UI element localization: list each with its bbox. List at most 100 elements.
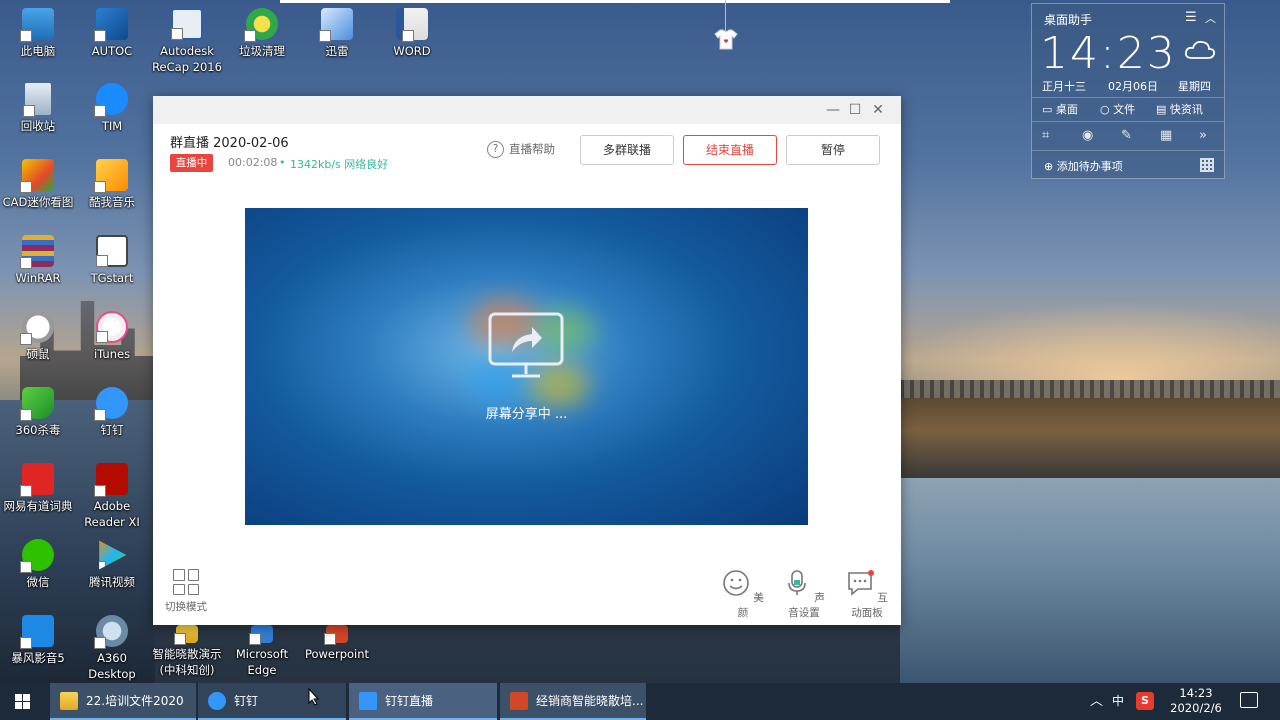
- pause-button[interactable]: 暂停: [786, 135, 880, 165]
- task-folder[interactable]: 22.培训文件2020: [50, 683, 196, 720]
- menu-icon[interactable]: ☰: [1185, 10, 1197, 25]
- widget-divider: [1032, 150, 1224, 151]
- desktop-icon-cleaner[interactable]: 垃圾清理: [224, 8, 300, 59]
- desktop-icon-tencent-video[interactable]: 腾讯视频: [74, 539, 150, 590]
- desktop-icon-recap[interactable]: Autodesk ReCap 2016: [149, 8, 225, 75]
- live-icon: [359, 692, 377, 710]
- desktop-icon-cad-viewer[interactable]: CAD迷你看图: [0, 159, 76, 210]
- sound-settings-button[interactable]: 声音设置: [779, 569, 829, 620]
- wechat-icon: [20, 539, 54, 573]
- wallpaper-shore: [900, 398, 1280, 478]
- widget-weekday: 星期四: [1178, 80, 1211, 93]
- trash-clean-icon: [244, 8, 278, 42]
- chevron-up-icon[interactable]: ︿: [1090, 683, 1103, 720]
- live-help-link[interactable]: ? 直播帮助: [487, 141, 555, 158]
- winrar-icon: [20, 235, 54, 269]
- dingtalk-icon: [94, 387, 128, 421]
- desktop-icon-autocad[interactable]: AUTOC: [74, 8, 150, 59]
- dingtalk-icon: [208, 692, 226, 710]
- switch-mode-button[interactable]: 切换模式: [165, 569, 207, 614]
- a360-icon: [94, 615, 128, 649]
- system-clock[interactable]: 14:23 2020/2/6: [1160, 686, 1232, 716]
- autocad-icon: [94, 8, 128, 42]
- maximize-icon[interactable]: ☐: [845, 100, 865, 120]
- widget-date: 02月06日: [1108, 80, 1158, 93]
- taskbar: 22.培训文件2020 钉钉 钉钉直播 经销商智能晓散培... ︿ 中 S 14…: [0, 683, 1280, 720]
- edge-icon: [249, 625, 273, 645]
- sogou-icon[interactable]: S: [1136, 692, 1154, 710]
- close-icon[interactable]: ✕: [868, 100, 888, 120]
- task-powerpoint[interactable]: 经销商智能晓散培...: [500, 683, 646, 720]
- multi-group-broadcast-button[interactable]: 多群联播: [580, 135, 674, 165]
- widget-add-todo[interactable]: ⊕ 添加待办事项: [1044, 158, 1123, 174]
- desktop-icon-this-pc[interactable]: 此电脑: [0, 8, 76, 59]
- baofeng-icon: [20, 615, 54, 649]
- live-broadcast-window: — ☐ ✕ 群直播 2020-02-06 直播中 00:02:08 • 1342…: [153, 96, 901, 625]
- widget-link-files[interactable]: ○ 文件: [1100, 101, 1135, 117]
- desktop-icon-recycle-bin[interactable]: 回收站: [0, 83, 76, 134]
- beauty-button[interactable]: 美颜: [718, 569, 768, 620]
- plus-circle-icon: ⊕: [1044, 160, 1057, 173]
- widget-lunar-date: 正月十三: [1042, 80, 1086, 93]
- tencent-video-icon: [99, 540, 127, 570]
- interaction-panel-button[interactable]: 互动面板: [842, 569, 892, 620]
- screen-share-icon: [488, 312, 564, 378]
- windows-start-icon[interactable]: [0, 683, 46, 720]
- notification-icon[interactable]: [1240, 692, 1258, 708]
- grid-icon: [173, 569, 199, 595]
- adobe-reader-icon: [94, 463, 128, 497]
- desktop-icon-word[interactable]: WORD: [374, 8, 450, 59]
- itunes-icon: [96, 311, 128, 343]
- desktop-icon-tim[interactable]: TIM: [74, 83, 150, 134]
- eye-icon[interactable]: ◉: [1082, 128, 1093, 143]
- task-dingtalk[interactable]: 钉钉: [198, 683, 346, 720]
- desktop-icon-itunes[interactable]: iTunes: [74, 311, 150, 362]
- widget-link-desktop[interactable]: ▭ 桌面: [1042, 101, 1078, 117]
- desktop-icon-winrar[interactable]: WinRAR: [0, 235, 76, 286]
- qr-code-icon[interactable]: [1200, 158, 1214, 172]
- edit-icon[interactable]: ✎: [1121, 128, 1132, 143]
- desktop-icon-dingtalk[interactable]: 钉钉: [74, 387, 150, 438]
- search-icon: ○: [1100, 103, 1114, 116]
- double-chevron-right-icon[interactable]: »: [1199, 128, 1207, 143]
- network-status: 1342kb/s 网络良好: [290, 158, 389, 171]
- end-broadcast-button[interactable]: 结束直播: [683, 135, 777, 165]
- desktop-icon-kuwo[interactable]: 酷我音乐: [74, 159, 150, 210]
- minimize-icon[interactable]: —: [823, 100, 843, 120]
- title-bar[interactable]: [153, 96, 901, 124]
- desktop-icon-youdao[interactable]: 网易有道词典: [0, 463, 76, 514]
- recap-icon: [171, 8, 203, 40]
- widget-divider: [1032, 97, 1224, 98]
- desktop-icon-a360[interactable]: A360 Desktop: [74, 615, 150, 682]
- monitor-icon: ▭: [1042, 103, 1056, 116]
- shield-icon: [20, 387, 54, 421]
- desktop-icon-360[interactable]: 360杀毒: [0, 387, 76, 438]
- desktop-icon-tgstart[interactable]: TGstart: [74, 235, 150, 286]
- mouse-cursor-icon: [308, 688, 320, 706]
- desktop-icon-wechat[interactable]: 微信: [0, 539, 76, 590]
- microphone-icon: [788, 570, 806, 595]
- folder-icon: [60, 692, 78, 710]
- wallpaper-bridge: [900, 380, 1280, 398]
- widget-title: 桌面助手: [1044, 13, 1093, 27]
- desktop-icon-shuoshu[interactable]: 硕鼠: [0, 311, 76, 362]
- powerpoint-icon: [510, 692, 528, 710]
- question-icon: ?: [487, 141, 504, 158]
- tshirt-icon[interactable]: [714, 28, 738, 50]
- desktop-icon-baofeng[interactable]: 暴风影音5: [0, 615, 76, 666]
- news-icon: ▤: [1156, 103, 1170, 116]
- desktop-icon-adobe-reader[interactable]: Adobe Reader XI: [74, 463, 150, 530]
- powerpoint-icon: [324, 625, 348, 645]
- separator-dot: •: [279, 156, 286, 169]
- crop-icon[interactable]: ⌗: [1042, 128, 1049, 143]
- task-dingtalk-live[interactable]: 钉钉直播: [349, 683, 497, 720]
- calculator-icon[interactable]: ▦: [1160, 128, 1172, 143]
- tim-icon: [94, 83, 128, 117]
- ime-indicator[interactable]: 中: [1112, 683, 1124, 720]
- desktop-icon-xunlei[interactable]: 迅雷: [299, 8, 375, 59]
- folder-icon: [174, 625, 198, 645]
- tgstart-icon: [96, 235, 128, 267]
- widget-link-news[interactable]: ▤ 快资讯: [1156, 101, 1203, 117]
- chevron-up-icon[interactable]: ︿: [1205, 10, 1216, 26]
- live-status-badge: 直播中: [170, 154, 213, 172]
